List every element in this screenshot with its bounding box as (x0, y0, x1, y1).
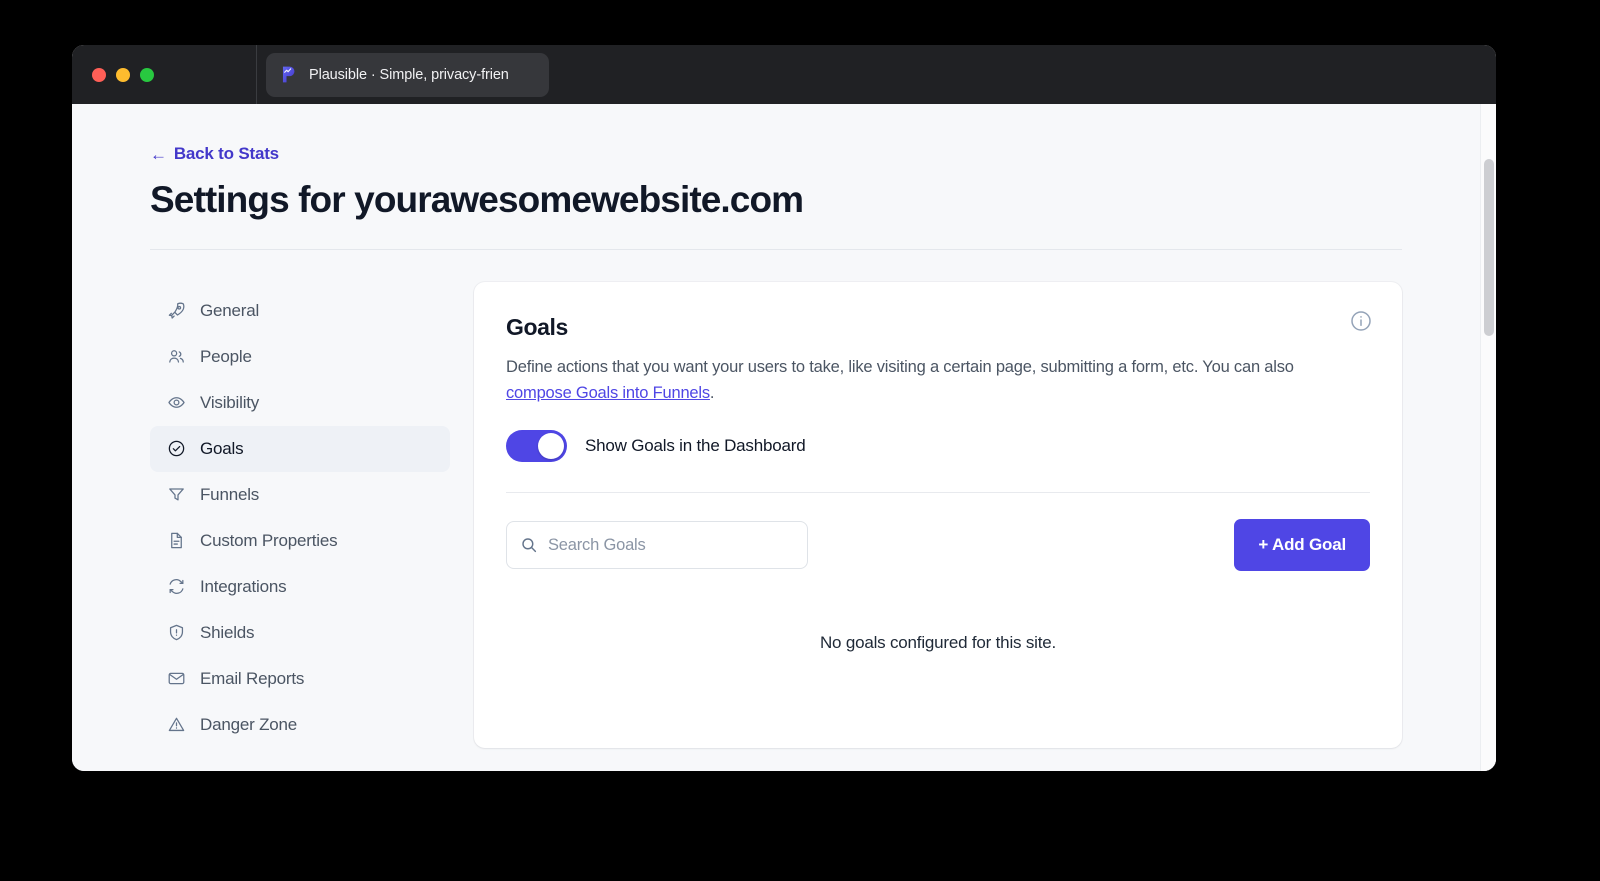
back-to-stats-label: Back to Stats (173, 144, 279, 163)
card-description-line2-suffix: . (709, 383, 715, 402)
browser-window: Plausible · Simple, privacy-frien ← Back… (72, 45, 1496, 771)
sidebar-item-danger-zone[interactable]: Danger Zone (150, 702, 450, 748)
warning-triangle-icon (166, 715, 186, 735)
check-circle-icon (166, 439, 186, 459)
card-description-line2-prefix: You can also (1202, 357, 1294, 376)
sidebar-item-label: Goals (200, 438, 244, 458)
browser-titlebar: Plausible · Simple, privacy-frien (72, 45, 1496, 104)
toggle-knob (538, 433, 564, 460)
sidebar-item-visibility[interactable]: Visibility (150, 380, 450, 426)
browser-tab-title: Plausible · Simple, privacy-frien (309, 66, 509, 83)
card-title: Goals (506, 313, 568, 340)
page-content: ← Back to Stats Settings for yourawesome… (72, 104, 1480, 771)
sidebar-item-label: Integrations (200, 576, 287, 596)
show-goals-toggle[interactable] (506, 430, 567, 463)
sidebar-item-integrations[interactable]: Integrations (150, 564, 450, 610)
document-icon (166, 531, 186, 551)
envelope-icon (166, 669, 186, 689)
goals-settings-card: Goals Define actions that you want your … (474, 281, 1402, 748)
sync-icon (166, 577, 186, 597)
sidebar-item-label: General (200, 300, 260, 320)
rocket-icon (166, 301, 186, 321)
sidebar-item-label: Funnels (200, 484, 260, 504)
minimize-window-button[interactable] (116, 68, 130, 82)
show-goals-toggle-row: Show Goals in the Dashboard (506, 430, 1370, 463)
sidebar-item-goals[interactable]: Goals (150, 425, 450, 472)
plausible-logo-icon (282, 66, 295, 83)
card-divider (506, 492, 1370, 494)
close-window-button[interactable] (92, 68, 106, 82)
info-circle-icon[interactable] (1349, 309, 1373, 333)
goals-empty-state: No goals configured for this site. (819, 633, 1057, 653)
funnel-icon (166, 485, 186, 505)
sidebar-item-label: Email Reports (200, 668, 305, 688)
sidebar-item-label: Shields (200, 622, 255, 642)
settings-sidebar: General People Visibility Goals Funnels … (150, 282, 450, 748)
sidebar-item-label: Danger Zone (200, 714, 298, 734)
settings-layout: General People Visibility Goals Funnels … (150, 281, 1402, 748)
sidebar-item-email-reports[interactable]: Email Reports (150, 656, 450, 702)
goals-toolbar: + Add Goal (506, 519, 1370, 572)
traffic-lights (92, 68, 154, 82)
compose-goals-into-funnels-link[interactable]: compose Goals into Funnels (506, 384, 710, 402)
sidebar-item-custom-properties[interactable]: Custom Properties (150, 518, 450, 564)
sidebar-item-general[interactable]: General (150, 288, 450, 334)
sidebar-item-funnels[interactable]: Funnels (150, 472, 450, 518)
sidebar-item-shields[interactable]: Shields (150, 610, 450, 656)
maximize-window-button[interactable] (140, 68, 154, 82)
shield-icon (166, 623, 186, 643)
sidebar-item-label: Visibility (200, 392, 260, 412)
search-goals-input[interactable] (506, 521, 808, 570)
eye-icon (166, 393, 186, 413)
show-goals-toggle-label: Show Goals in the Dashboard (585, 436, 806, 456)
people-icon (166, 347, 186, 367)
vertical-scrollbar[interactable] (1480, 104, 1496, 771)
sidebar-item-label: People (200, 346, 252, 366)
back-to-stats-link[interactable]: ← Back to Stats (150, 144, 279, 164)
page-title: Settings for yourawesomewebsite.com (150, 178, 804, 220)
sidebar-item-label: Custom Properties (200, 530, 338, 550)
browser-tab[interactable]: Plausible · Simple, privacy-frien (266, 52, 549, 97)
header-divider (150, 248, 1402, 250)
card-description-line1: Define actions that you want your users … (506, 357, 1199, 376)
page-viewport: ← Back to Stats Settings for yourawesome… (72, 104, 1496, 771)
sidebar-item-people[interactable]: People (150, 334, 450, 380)
scrollbar-thumb[interactable] (1484, 159, 1494, 336)
add-goal-button[interactable]: + Add Goal (1234, 519, 1370, 572)
browser-tabstrip: Plausible · Simple, privacy-frien (256, 45, 549, 104)
back-arrow-icon: ← (150, 144, 167, 164)
card-description: Define actions that you want your users … (506, 354, 1356, 407)
search-goals-box (506, 521, 808, 570)
